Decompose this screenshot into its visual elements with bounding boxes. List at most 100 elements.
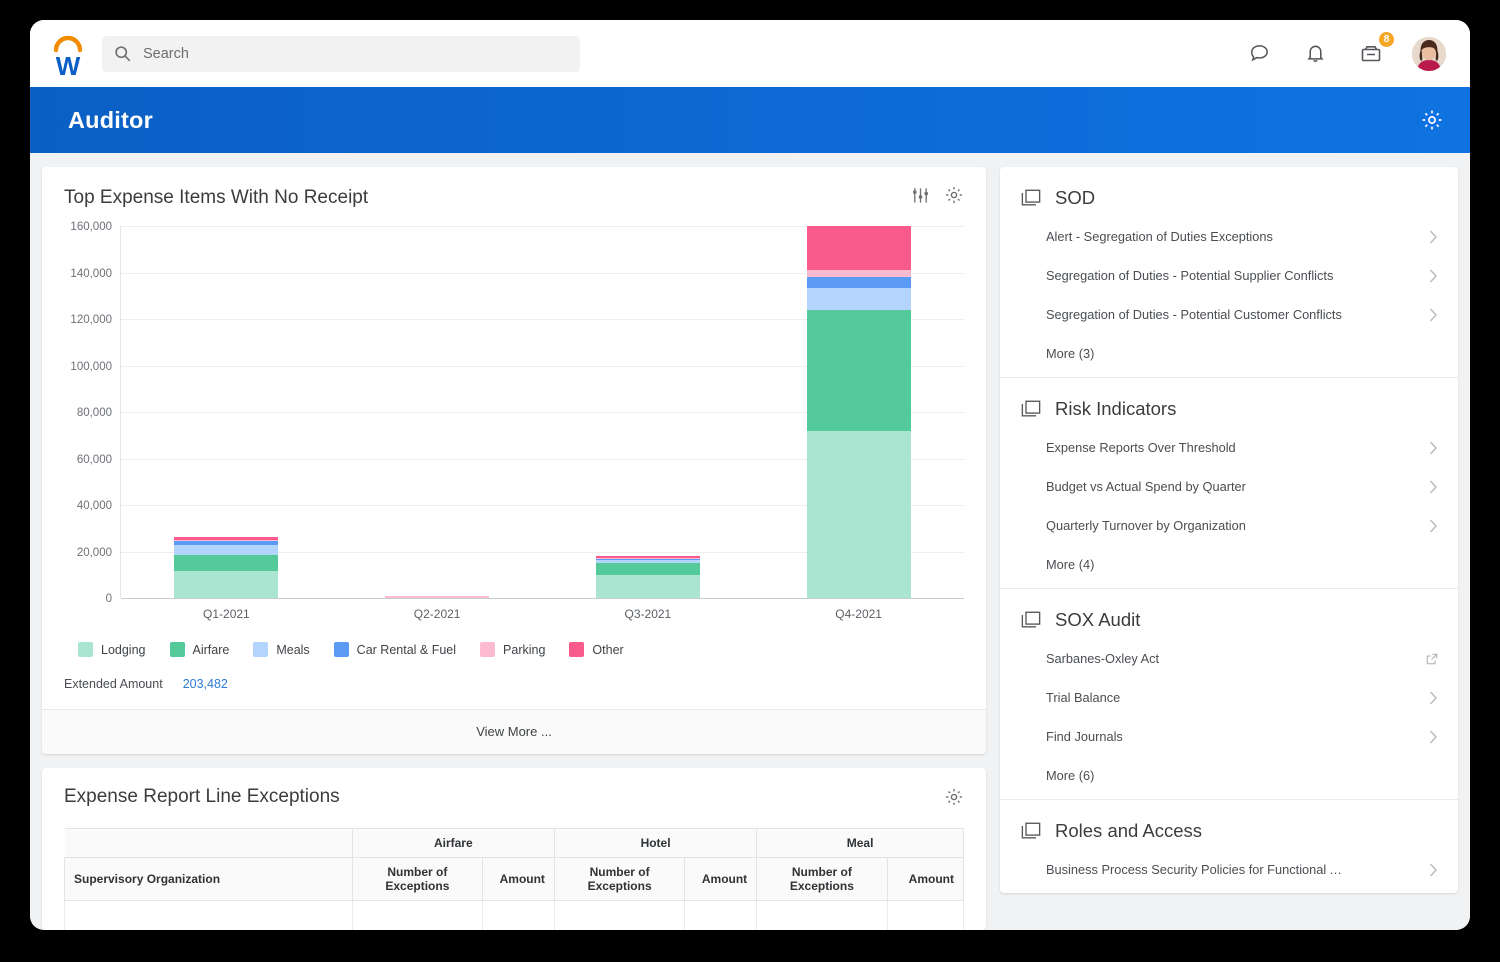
- legend-label: Other: [592, 642, 624, 657]
- legend-item[interactable]: Parking: [480, 642, 545, 657]
- stacked-bar[interactable]: [595, 555, 700, 598]
- legend-item[interactable]: Car Rental & Fuel: [333, 642, 456, 657]
- bar-group: Q1-2021: [121, 226, 332, 621]
- legend-label: Meals: [276, 642, 310, 657]
- search-input[interactable]: [143, 45, 568, 62]
- filter-sliders-icon[interactable]: [911, 186, 930, 210]
- legend-item[interactable]: Meals: [253, 642, 310, 657]
- rail-link-item[interactable]: Alert - Segregation of Duties Exceptions: [1020, 217, 1438, 256]
- inbox-icon[interactable]: 8: [1356, 29, 1396, 69]
- rail-section-header: SOX Audit: [1020, 605, 1438, 639]
- rail-link-item[interactable]: Sarbanes-Oxley Act: [1020, 639, 1438, 678]
- copy-stack-icon: [1020, 610, 1042, 630]
- chevron-right-icon: [1429, 268, 1438, 283]
- stacked-bar[interactable]: [174, 537, 279, 598]
- workday-w-logo[interactable]: W: [48, 33, 88, 77]
- bar-segment-parking[interactable]: [806, 269, 911, 278]
- chart-gear-icon[interactable]: [944, 185, 964, 210]
- rail-section-header: Risk Indicators: [1020, 394, 1438, 428]
- view-more-button[interactable]: View More ...: [42, 709, 986, 754]
- chart-plot-area: 0 20,000 40,000 60,000 80,000 100,000 120,000 1…: [42, 212, 986, 709]
- rail-link-item[interactable]: Segregation of Duties - Potential Suppli…: [1020, 256, 1438, 295]
- bar-segment-meals[interactable]: [806, 287, 911, 310]
- x-axis-tick-label: Q2-2021: [413, 607, 461, 621]
- y-axis-tick-label: 160,000: [70, 221, 112, 233]
- chevron-right-icon: [1429, 229, 1438, 244]
- rail-link-item[interactable]: More (3): [1020, 334, 1438, 373]
- rail-link-label: Quarterly Turnover by Organization: [1046, 518, 1246, 533]
- bar-segment-airfare[interactable]: [595, 562, 700, 576]
- legend-swatch: [480, 642, 496, 657]
- rail-section-header: Roles and Access: [1020, 816, 1438, 850]
- chevron-right-icon: [1429, 440, 1438, 455]
- rail-link-item[interactable]: More (6): [1020, 756, 1438, 795]
- table-header: Expense Report Line Exceptions: [64, 786, 964, 808]
- col-airfare-exceptions[interactable]: Number of Exceptions: [351, 857, 484, 901]
- col-meal-exceptions[interactable]: Number of Exceptions: [756, 857, 888, 901]
- rail-link-item[interactable]: Trial Balance: [1020, 678, 1438, 717]
- rail-link-label: Segregation of Duties - Potential Suppli…: [1046, 268, 1334, 283]
- table-row[interactable]: [64, 900, 965, 930]
- banner-gear-icon[interactable]: [1420, 108, 1444, 132]
- rail-link-item[interactable]: More (4): [1020, 545, 1438, 584]
- stacked-bar[interactable]: [806, 226, 911, 598]
- rail-link-label: More (6): [1046, 768, 1095, 783]
- col-meal-amount[interactable]: Amount: [886, 857, 965, 901]
- legend-label: Airfare: [192, 642, 230, 657]
- copy-stack-icon: [1020, 821, 1042, 841]
- y-axis-tick-label: 20,000: [76, 546, 112, 559]
- bar-segment-car-rental-fuel[interactable]: [806, 277, 911, 288]
- chevron-right-icon: [1429, 479, 1438, 494]
- search-box[interactable]: [102, 35, 580, 72]
- rail-link-item[interactable]: Quarterly Turnover by Organization: [1020, 506, 1438, 545]
- rail-link-item[interactable]: Business Process Security Policies for F…: [1020, 850, 1438, 889]
- rail-link-label: Segregation of Duties - Potential Custom…: [1046, 307, 1342, 322]
- col-supervisory-organization[interactable]: Supervisory Organization: [64, 857, 353, 901]
- summary-value[interactable]: 203,482: [183, 677, 228, 691]
- bar-segment-other[interactable]: [806, 226, 911, 270]
- bar-group: Q3-2021: [543, 226, 754, 621]
- bar-segment-meals[interactable]: [174, 544, 279, 556]
- col-hotel-exceptions[interactable]: Number of Exceptions: [553, 857, 686, 901]
- left-column: Top Expense Items With No Receipt 0 20,0…: [42, 167, 986, 930]
- header-actions: 8: [1244, 29, 1446, 71]
- rail-link-label: Alert - Segregation of Duties Exceptions: [1046, 229, 1273, 244]
- chart-toolbar: [911, 185, 964, 210]
- group-header-meal: Meal: [756, 828, 964, 858]
- bar-chart[interactable]: 0 20,000 40,000 60,000 80,000 100,000 120,000 1…: [70, 221, 964, 621]
- chart-header: Top Expense Items With No Receipt: [42, 167, 986, 212]
- bar-groups: Q1-2021 Q2-2021 Q3-2021 Q4-2021: [121, 226, 964, 621]
- legend-item[interactable]: Airfare: [169, 642, 230, 657]
- exceptions-table: Airfare Hotel Meal Supervisory Organizat…: [64, 828, 965, 930]
- bar-segment-airfare[interactable]: [806, 309, 911, 431]
- rail-section-title: Roles and Access: [1055, 820, 1203, 841]
- legend-item[interactable]: Other: [569, 642, 624, 657]
- avatar[interactable]: [1412, 36, 1446, 71]
- copy-stack-icon: [1020, 399, 1042, 419]
- rail-link-label: More (4): [1046, 557, 1095, 572]
- rail-section-roles-and-access: Roles and Access Business Process Securit…: [1000, 800, 1458, 893]
- bar-segment-airfare[interactable]: [174, 555, 279, 572]
- rail-link-item[interactable]: Expense Reports Over Threshold: [1020, 428, 1438, 467]
- rail-section-sod: SOD Alert - Segregation of Duties Excepti…: [1000, 167, 1458, 378]
- table-body: [64, 900, 965, 930]
- bar-segment-lodging[interactable]: [174, 571, 279, 598]
- bell-icon[interactable]: [1300, 39, 1330, 69]
- table-gear-icon[interactable]: [944, 787, 964, 807]
- rail-link-item[interactable]: Segregation of Duties - Potential Custom…: [1020, 295, 1438, 334]
- bar-segment-lodging[interactable]: [595, 575, 700, 598]
- rail-link-item[interactable]: Find Journals: [1020, 717, 1438, 756]
- bar-segment-parking[interactable]: [385, 596, 490, 598]
- legend-item[interactable]: Lodging: [78, 642, 146, 657]
- rail-link-item[interactable]: Budget vs Actual Spend by Quarter: [1020, 467, 1438, 506]
- rail-section-risk-indicators: Risk Indicators Expense Reports Over Thre…: [1000, 378, 1458, 589]
- col-hotel-amount[interactable]: Amount: [684, 857, 758, 901]
- page-title: Auditor: [68, 106, 153, 133]
- y-axis-tick-label: 60,000: [76, 453, 112, 466]
- table-column-header-row: Supervisory Organization Number of Excep…: [64, 857, 965, 901]
- bar-segment-lodging[interactable]: [806, 430, 911, 598]
- chat-icon[interactable]: [1244, 39, 1274, 69]
- chevron-right-icon: [1429, 690, 1438, 705]
- stacked-bar[interactable]: [385, 596, 490, 598]
- col-airfare-amount[interactable]: Amount: [482, 857, 555, 901]
